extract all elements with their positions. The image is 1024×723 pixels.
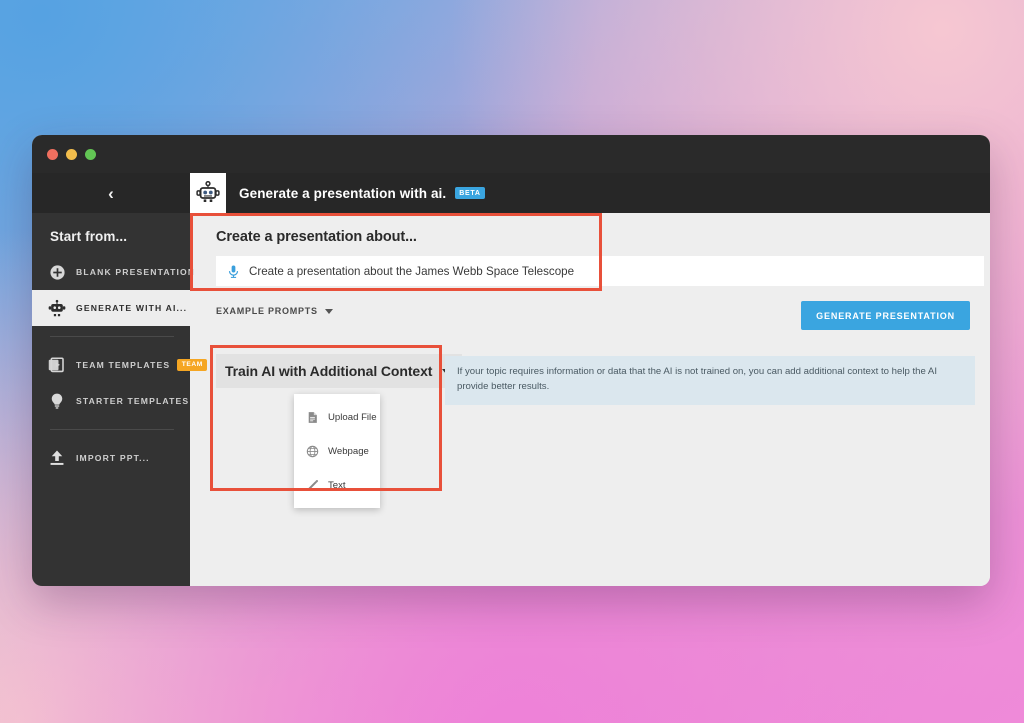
- window-titlebar: [32, 135, 990, 173]
- prompt-section: Create a presentation about... Create a …: [190, 213, 990, 286]
- menu-item-label: Upload File: [328, 411, 377, 423]
- menu-item-label: Webpage: [328, 445, 369, 457]
- sidebar-item-import-ppt[interactable]: Import PPT...: [32, 440, 190, 476]
- sidebar-item-blank-presentation[interactable]: Blank Presentation: [32, 254, 194, 290]
- window-body: ‹ Start from... Blank Presentation: [32, 173, 990, 586]
- example-prompts-label: Example Prompts: [216, 306, 318, 316]
- sidebar-item-label: Team Templates: [76, 360, 171, 370]
- chevron-down-icon: [324, 308, 333, 314]
- sidebar-item-generate-with-ai[interactable]: Generate with ai...: [32, 290, 190, 326]
- close-window-button[interactable]: [47, 148, 58, 160]
- minimize-window-button[interactable]: [66, 148, 77, 160]
- upload-arrow-icon: [48, 449, 66, 467]
- globe-icon: [305, 444, 319, 458]
- prompt-heading: Create a presentation about...: [216, 229, 417, 245]
- sidebar: ‹ Start from... Blank Presentation: [32, 173, 208, 586]
- sidebar-header: ‹: [32, 173, 190, 213]
- sidebar-item-label: Import PPT...: [76, 453, 150, 463]
- panel-header: Generate a presentation with ai. BETA: [190, 173, 990, 213]
- generate-presentation-button[interactable]: Generate Presentation: [801, 301, 970, 330]
- menu-item-text[interactable]: Text: [294, 468, 380, 502]
- sidebar-divider-1: [50, 336, 174, 337]
- sidebar-item-label: Starter Templates: [76, 396, 190, 406]
- sidebar-section-title: Start from...: [50, 229, 128, 244]
- menu-item-label: Text: [328, 479, 346, 491]
- sidebar-divider-2: [50, 429, 174, 430]
- pencil-icon: [305, 478, 319, 492]
- example-prompts-toggle[interactable]: Example Prompts: [216, 306, 333, 316]
- maximize-window-button[interactable]: [85, 148, 96, 160]
- microphone-icon[interactable]: [225, 263, 241, 279]
- context-source-dropdown-menu: Upload File Webpage Text: [294, 394, 380, 508]
- document-icon: [305, 410, 319, 424]
- train-context-row: Train AI with Additional Context If your…: [216, 354, 990, 508]
- robot-icon: [190, 173, 226, 213]
- desktop-background: ‹ Start from... Blank Presentation: [0, 0, 1024, 723]
- train-ai-context-button[interactable]: Train AI with Additional Context: [216, 354, 463, 388]
- chevron-left-icon[interactable]: ‹: [108, 185, 114, 202]
- train-ai-context-label: Train AI with Additional Context: [225, 363, 433, 379]
- beta-badge: BETA: [455, 187, 485, 199]
- prompt-input-wrapper[interactable]: Create a presentation about the James We…: [216, 256, 984, 286]
- plus-circle-icon: [48, 263, 66, 281]
- info-callout: If your topic requires information or da…: [445, 356, 975, 405]
- prompt-input-value: Create a presentation about the James We…: [249, 264, 575, 278]
- sidebar-item-label: Blank Presentation: [76, 267, 196, 277]
- lightbulb-icon: [48, 392, 66, 410]
- panel-content: Create a presentation about... Create a …: [190, 213, 990, 586]
- app-window: ‹ Start from... Blank Presentation: [32, 135, 990, 586]
- slides-stack-icon: [48, 356, 66, 374]
- sidebar-item-label: Generate with ai...: [76, 303, 188, 313]
- sidebar-item-team-templates[interactable]: Team Templates TEAM: [32, 347, 208, 383]
- menu-item-webpage[interactable]: Webpage: [294, 434, 380, 468]
- menu-item-upload-file[interactable]: Upload File: [294, 400, 380, 434]
- page-title: Generate a presentation with ai.: [239, 185, 447, 201]
- main-panel: Generate a presentation with ai. BETA Cr…: [190, 173, 990, 586]
- sidebar-item-starter-templates[interactable]: Starter Templates: [32, 383, 190, 419]
- robot-icon: [48, 299, 66, 317]
